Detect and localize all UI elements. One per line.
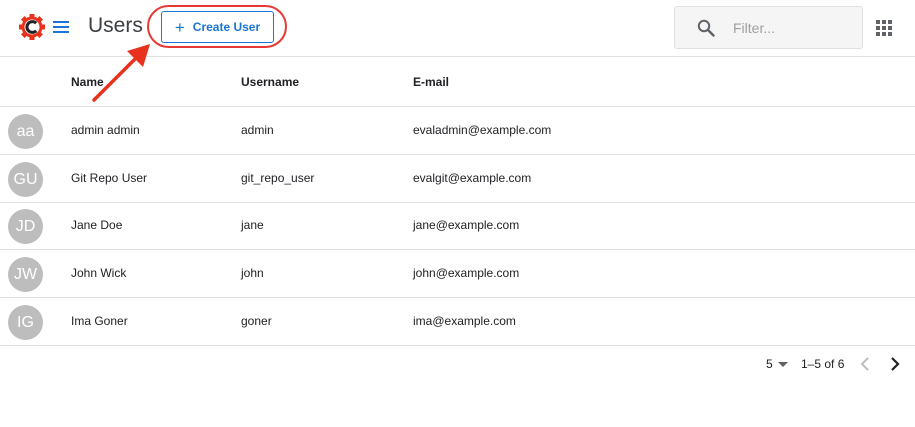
avatar: aa (8, 114, 43, 149)
rows-per-page-value: 5 (766, 357, 773, 371)
column-header-email[interactable]: E-mail (413, 75, 449, 89)
cell-username: admin (241, 123, 274, 137)
create-user-button[interactable]: + Create User (161, 11, 274, 43)
chevron-right-icon[interactable] (888, 355, 902, 373)
cell-name: Ima Goner (71, 314, 128, 328)
cell-username: jane (241, 218, 264, 232)
cog-c-logo-icon[interactable] (18, 13, 46, 41)
avatar: JW (8, 257, 43, 292)
caret-down-icon (777, 361, 788, 367)
filter-box[interactable] (674, 6, 863, 49)
cell-username: goner (241, 314, 272, 328)
table-row[interactable]: aa admin admin admin evaladmin@example.c… (0, 107, 915, 155)
cell-email: evalgit@example.com (413, 171, 532, 185)
cell-email: evaladmin@example.com (413, 123, 552, 137)
page-title: Users (88, 14, 143, 37)
search-icon (697, 19, 715, 37)
cell-email: john@example.com (413, 266, 520, 280)
pagination: 5 1–5 of 6 (0, 355, 915, 375)
rows-per-page-select[interactable]: 5 (766, 357, 788, 371)
cell-email: ima@example.com (413, 314, 516, 328)
table-row[interactable]: GU Git Repo User git_repo_user evalgit@e… (0, 155, 915, 203)
cell-name: admin admin (71, 123, 140, 137)
cell-username: git_repo_user (241, 171, 315, 185)
apps-grid-icon[interactable] (876, 20, 892, 36)
cell-username: john (241, 266, 264, 280)
column-header-name[interactable]: Name (71, 75, 104, 89)
avatar: IG (8, 305, 43, 340)
cell-name: Git Repo User (71, 171, 148, 185)
table-row[interactable]: JD Jane Doe jane jane@example.com (0, 202, 915, 250)
cell-name: Jane Doe (71, 218, 123, 232)
cell-email: jane@example.com (413, 218, 520, 232)
avatar: GU (8, 162, 43, 197)
column-header-username[interactable]: Username (241, 75, 299, 89)
avatar: JD (8, 209, 43, 244)
page-range-label: 1–5 of 6 (801, 357, 845, 371)
chevron-left-icon[interactable] (858, 355, 872, 373)
create-user-label: Create User (192, 20, 261, 34)
app-header: Users + Create User (0, 0, 915, 57)
hamburger-menu-icon[interactable] (52, 18, 70, 36)
plus-icon: + (174, 17, 185, 37)
filter-input[interactable] (733, 17, 853, 39)
table-row[interactable]: JW John Wick john john@example.com (0, 250, 915, 298)
table-row[interactable]: IG Ima Goner goner ima@example.com (0, 298, 915, 346)
cell-name: John Wick (71, 266, 127, 280)
